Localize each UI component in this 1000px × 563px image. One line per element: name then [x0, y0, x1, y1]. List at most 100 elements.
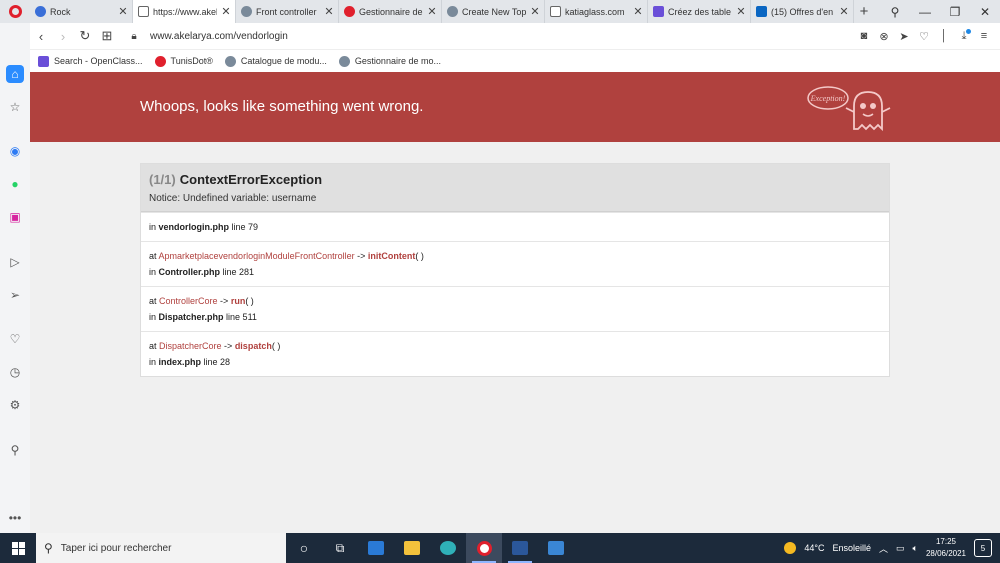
opera-menu-button[interactable] — [0, 0, 30, 23]
volume-icon[interactable]: 🔈︎ — [913, 543, 918, 554]
close-tab-icon[interactable]: ✕ — [221, 5, 231, 18]
cortana-icon: ○ — [299, 540, 309, 556]
frame-class[interactable]: ApmarketplacevendorloginModuleFrontContr… — [159, 251, 355, 261]
speed-dial-icon[interactable]: ☆ — [6, 98, 24, 116]
weather-temp[interactable]: 44°C — [804, 543, 824, 553]
frame-line: line 79 — [231, 222, 259, 232]
bookmark-label: Catalogue de modu... — [240, 56, 327, 66]
more-options-icon[interactable]: ••• — [6, 509, 24, 527]
tab-strip: Rock ✕ https://www.akelarya.com/vendorlo… — [0, 0, 1000, 23]
new-tab-button[interactable]: + — [854, 0, 874, 23]
player-icon[interactable]: ▷ — [6, 253, 24, 271]
bookmark-heart-icon[interactable]: ♡ — [916, 30, 932, 43]
task-view-icon: ⧉ — [335, 540, 345, 555]
frame-class[interactable]: DispatcherCore — [159, 341, 222, 351]
send-flow-icon[interactable]: ➤ — [896, 30, 912, 43]
url-field[interactable]: www.akelarya.com/vendorlogin — [150, 31, 288, 42]
messenger-icon[interactable]: ◉ — [6, 142, 24, 160]
tab-akelarya[interactable]: https://www.akelarya.com/vendorlogin ✕ — [133, 0, 236, 23]
frame-line: line 281 — [222, 267, 255, 277]
in-label: in — [149, 267, 159, 277]
frame-location: in Controller.php line 281 — [149, 264, 881, 280]
start-button[interactable] — [0, 541, 36, 555]
tab-title: Gestionnaire de — [359, 6, 423, 17]
frame-method[interactable]: initContent — [368, 251, 416, 261]
close-tab-icon[interactable]: ✕ — [839, 5, 849, 18]
close-tab-icon[interactable]: ✕ — [530, 5, 540, 18]
snapshot-icon[interactable]: ◙ — [856, 30, 872, 43]
tab-rock[interactable]: Rock ✕ — [30, 0, 133, 23]
frame-method[interactable]: dispatch — [235, 341, 272, 351]
file-explorer-button[interactable] — [394, 533, 430, 563]
clock[interactable]: 17:25 28/06/2021 — [926, 536, 966, 560]
home-icon[interactable]: ⌂ — [6, 65, 24, 83]
prestashop-favicon-icon — [241, 6, 252, 17]
frame-file: vendorlogin.php — [158, 222, 230, 232]
clock-date: 28/06/2021 — [925, 549, 966, 558]
tab-creez-des-tables[interactable]: Créez des table ✕ — [648, 0, 751, 23]
bookmark-label: Gestionnaire de mo... — [354, 56, 441, 66]
window-controls: ⚲ — ❐ ✕ — [880, 0, 1000, 23]
prestashop-favicon-icon — [338, 55, 350, 67]
lightbulb-icon[interactable]: ⚲ — [6, 441, 24, 459]
photos-icon — [548, 541, 564, 555]
bookmark-item[interactable]: Gestionnaire de mo... — [338, 55, 441, 67]
forward-button[interactable]: › — [52, 29, 74, 44]
stack-frame: at ApmarketplacevendorloginModuleFrontCo… — [141, 241, 889, 286]
send-icon[interactable]: ➢ — [6, 286, 24, 304]
exception-count: (1/1) — [149, 172, 176, 187]
adblock-icon[interactable]: ⊗ — [876, 30, 892, 43]
whatsapp-icon[interactable]: ● — [6, 175, 24, 193]
bookmark-item[interactable]: TunisDot® — [154, 55, 213, 67]
back-button[interactable]: ‹ — [30, 29, 52, 44]
tab-search-icon[interactable]: ⚲ — [880, 5, 910, 19]
favorites-heart-icon[interactable]: ♡ — [6, 330, 24, 348]
task-view-button[interactable]: ⧉ — [322, 533, 358, 563]
word-icon — [512, 541, 528, 555]
opera-icon — [476, 540, 492, 556]
rock-favicon-icon — [35, 6, 46, 17]
tab-katiaglass[interactable]: katiaglass.com ✕ — [545, 0, 648, 23]
photos-button[interactable] — [538, 533, 574, 563]
page-content: Whoops, looks like something went wrong.… — [30, 72, 1000, 533]
cortana-button[interactable]: ○ — [286, 533, 322, 563]
easy-setup-icon[interactable]: ≡ — [976, 30, 992, 43]
tabs-grid-icon[interactable]: ⊞ — [96, 28, 118, 44]
exception-message: Notice: Undefined variable: username — [149, 193, 317, 204]
close-tab-icon[interactable]: ✕ — [736, 5, 746, 18]
lock-icon[interactable]: 🔒︎ — [124, 31, 144, 42]
close-tab-icon[interactable]: ✕ — [427, 5, 437, 18]
frame-call: at ApmarketplacevendorloginModuleFrontCo… — [149, 248, 881, 264]
tab-create-new-topic[interactable]: Create New Top ✕ — [442, 0, 545, 23]
instagram-icon[interactable]: ▣ — [6, 208, 24, 226]
reload-button[interactable]: ↻ — [74, 28, 96, 44]
tab-title: Create New Top — [462, 6, 526, 17]
close-tab-icon[interactable]: ✕ — [633, 5, 643, 18]
taskbar-search[interactable]: ⚲ Taper ici pour rechercher — [36, 533, 286, 563]
weather-text[interactable]: Ensoleillé — [832, 543, 871, 553]
restore-button[interactable]: ❐ — [940, 5, 970, 19]
minimize-button[interactable]: — — [910, 5, 940, 19]
close-tab-icon[interactable]: ✕ — [324, 5, 334, 18]
frame-class[interactable]: ControllerCore — [159, 296, 218, 306]
close-window-button[interactable]: ✕ — [970, 5, 1000, 19]
tab-gestionnaire[interactable]: Gestionnaire de ✕ — [339, 0, 442, 23]
mail-app-button[interactable] — [358, 533, 394, 563]
tab-linkedin-offres[interactable]: (15) Offres d'en ✕ — [751, 0, 854, 23]
taskbar-search-placeholder: Taper ici pour rechercher — [60, 542, 172, 554]
exception-ghost-label: Exception! — [810, 94, 846, 103]
history-clock-icon[interactable]: ◷ — [6, 363, 24, 381]
settings-gear-icon[interactable]: ⚙ — [6, 396, 24, 414]
close-tab-icon[interactable]: ✕ — [118, 5, 128, 18]
bookmark-item[interactable]: Catalogue de modu... — [224, 55, 327, 67]
bookmark-item[interactable]: Search - OpenClass... — [38, 55, 143, 67]
opera-taskbar-button[interactable] — [466, 533, 502, 563]
notification-center-button[interactable]: 5 — [974, 539, 992, 557]
tab-front-controller[interactable]: Front controller ✕ — [236, 0, 339, 23]
downloads-icon[interactable]: ⤓ — [956, 28, 972, 43]
word-button[interactable] — [502, 533, 538, 563]
edge-button[interactable] — [430, 533, 466, 563]
tray-chevron-icon[interactable]: ︿ — [879, 542, 888, 555]
network-icon[interactable]: ▭ — [896, 543, 905, 554]
frame-method[interactable]: run — [231, 296, 246, 306]
